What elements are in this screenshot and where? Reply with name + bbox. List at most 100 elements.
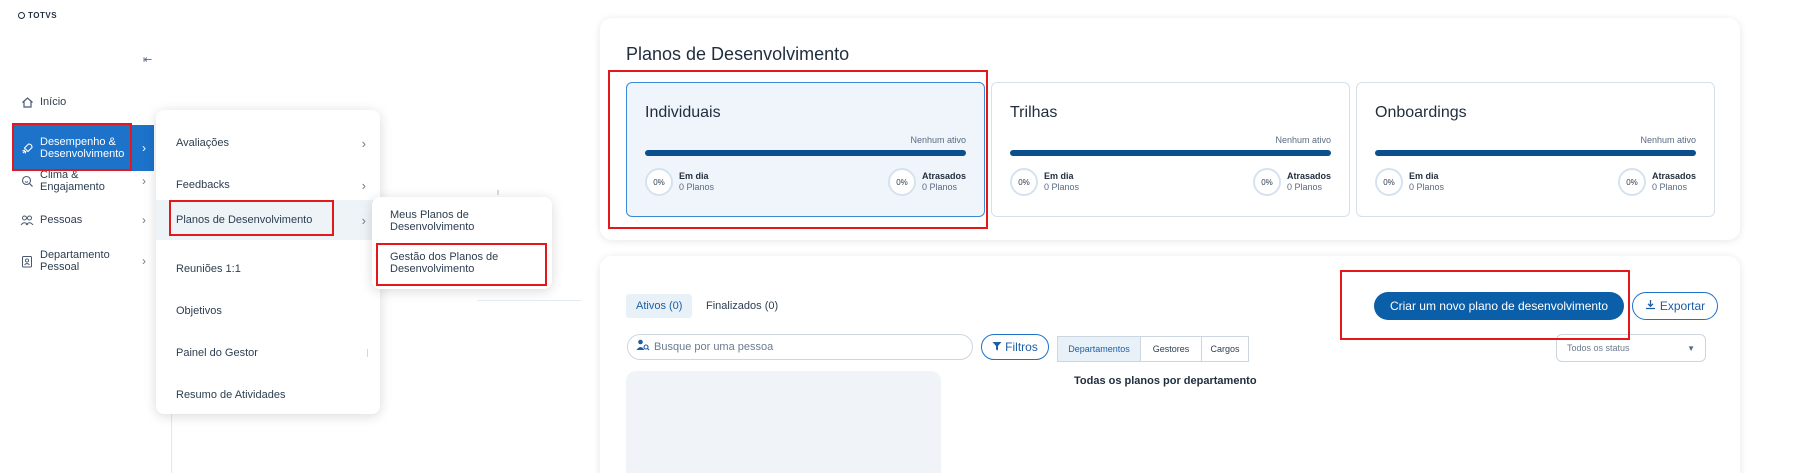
chevron-right-icon: › [142, 213, 146, 227]
status-select[interactable]: Todos os status ▼ [1556, 334, 1706, 362]
status-select-value: Todos os status [1567, 343, 1630, 353]
chevron-right-icon: › [142, 141, 146, 155]
tab-ativos[interactable]: Ativos (0) [626, 294, 693, 318]
sidebar-item-label: Departamento Pessoal [40, 249, 110, 273]
stat-on-time: 0% Em dia 0 Planos [645, 168, 714, 196]
progress-ring: 0% [1617, 168, 1646, 196]
progress-bar [1010, 150, 1331, 156]
sidebar-item-inicio[interactable]: Início [12, 95, 154, 109]
progress-ring: 0% [1252, 168, 1281, 196]
plan-card-status: Nenhum ativo [1275, 135, 1331, 145]
export-button[interactable]: Exportar [1632, 292, 1718, 320]
stat-sub: 0 Planos [1044, 182, 1080, 192]
stat-label: Em dia [1044, 171, 1074, 181]
create-plan-button[interactable]: Criar um novo plano de desenvolvimento [1374, 292, 1624, 320]
search-smile-icon [20, 174, 34, 188]
stat-sub: 0 Planos [1286, 182, 1323, 192]
plan-card-title: Individuais [645, 104, 721, 121]
page-title: Planos de Desenvolvimento [626, 44, 850, 64]
stat-sub: 0 Planos [1651, 182, 1688, 192]
submenu-item-avaliacoes[interactable]: Avaliações › [156, 126, 380, 160]
sidebar-item-clima[interactable]: Clima & Engajamento › [12, 168, 154, 194]
progress-ring: 0% [1375, 168, 1403, 196]
submenu-item-reunioes[interactable]: Reuniões 1:1 [156, 252, 380, 286]
segment-departamentos[interactable]: Departamentos [1057, 336, 1141, 362]
submenu-item-label: Meus Planos de Desenvolvimento [390, 209, 475, 233]
submenu-item-feedbacks[interactable]: Feedbacks › [156, 168, 380, 202]
plan-card-status: Nenhum ativo [1640, 135, 1696, 145]
submenu-item-label: Avaliações [176, 137, 229, 149]
stat-label: Em dia [1409, 171, 1439, 181]
search-input[interactable] [654, 341, 964, 353]
sidebar-item-departamento[interactable]: Departamento Pessoal › [12, 248, 154, 274]
progress-ring: 0% [1010, 168, 1038, 196]
stat-label: Atrasados [1286, 171, 1331, 181]
chevron-right-icon: › [142, 174, 146, 188]
brand-name: TOTVS [28, 11, 58, 20]
submenu-item-label: Objetivos [176, 305, 222, 317]
plan-card-individuais[interactable]: Individuais Nenhum ativo 0% Em dia 0 Plan… [626, 82, 985, 217]
progress-bar [1375, 150, 1696, 156]
submenu-item-gestao-planos[interactable]: Gestão dos Planos de Desenvolvimento [372, 243, 552, 283]
stat-label: Atrasados [921, 171, 966, 181]
stat-on-time: 0% Em dia 0 Planos [1375, 168, 1444, 196]
search-field[interactable] [627, 334, 973, 360]
chart-heading: Todas os planos por departamento [1074, 375, 1257, 387]
filter-icon [992, 340, 1002, 354]
sidebar-item-label: Clima & Engajamento [40, 169, 105, 193]
submenu-item-painel-gestor[interactable]: Painel do Gestor [156, 336, 380, 370]
progress-bar [645, 150, 966, 156]
collapse-left-icon[interactable]: ⇤ [143, 53, 152, 66]
stat-late: 0% Atrasados 0 Planos [1252, 168, 1331, 196]
submenu-item-label: Gestão dos Planos de Desenvolvimento [390, 251, 499, 275]
submenu-item-label: Planos de Desenvolvimento [176, 214, 313, 226]
chevron-down-icon: ▼ [1687, 343, 1695, 353]
plan-card-trilhas[interactable]: Trilhas Nenhum ativo 0% Em dia 0 Planos 0… [991, 82, 1350, 217]
segment-gestores[interactable]: Gestores [1140, 336, 1202, 362]
tab-finalizados[interactable]: Finalizados (0) [696, 294, 788, 318]
people-icon [20, 213, 34, 227]
stat-late: 0% Atrasados 0 Planos [1617, 168, 1696, 196]
divider-tick [497, 190, 499, 195]
plan-card-onboardings[interactable]: Onboardings Nenhum ativo 0% Em dia 0 Plan… [1356, 82, 1715, 217]
stat-label: Em dia [679, 171, 709, 181]
submenu-item-label: Resumo de Atividades [176, 389, 286, 401]
chevron-right-icon: › [361, 135, 366, 151]
chevron-right-icon: › [361, 212, 366, 228]
plan-card-status: Nenhum ativo [910, 135, 966, 145]
export-button-label: Exportar [1659, 299, 1706, 313]
sidebar-item-label: Início [40, 96, 67, 108]
submenu-item-planos[interactable]: Planos de Desenvolvimento › [156, 200, 380, 240]
totvs-logo: TOTVS [18, 11, 57, 20]
stat-label: Atrasados [1651, 171, 1696, 181]
chevron-right-icon: › [142, 254, 146, 268]
plan-card-title: Onboardings [1375, 104, 1467, 121]
download-icon [1645, 299, 1656, 313]
person-search-icon [636, 338, 650, 356]
stat-sub: 0 Planos [921, 182, 958, 192]
filter-button-label: Filtros [1005, 340, 1038, 354]
planos-submenu: Meus Planos de Desenvolvimento Gestão do… [372, 197, 552, 289]
totvs-logo-icon [18, 12, 25, 19]
submenu-item-resumo[interactable]: Resumo de Atividades [156, 378, 380, 412]
submenu-item-label: Painel do Gestor [176, 347, 258, 359]
divider-line [477, 300, 581, 301]
plan-card-title: Trilhas [1010, 104, 1058, 121]
submenu-item-meus-planos[interactable]: Meus Planos de Desenvolvimento [372, 201, 552, 241]
segment-cargos[interactable]: Cargos [1201, 336, 1249, 362]
home-icon [20, 95, 34, 109]
scrollbar-handle[interactable] [367, 349, 368, 357]
stat-sub: 0 Planos [679, 182, 715, 192]
filter-button[interactable]: Filtros [981, 334, 1049, 360]
chevron-right-icon: › [361, 177, 366, 193]
progress-ring: 0% [887, 168, 916, 196]
submenu-item-objetivos[interactable]: Objetivos [156, 294, 380, 328]
stat-on-time: 0% Em dia 0 Planos [1010, 168, 1079, 196]
desempenho-submenu: Avaliações › Feedbacks › Planos de Desen… [156, 110, 380, 414]
stat-sub: 0 Planos [1409, 182, 1445, 192]
submenu-item-label: Reuniões 1:1 [176, 263, 241, 275]
sidebar-item-pessoas[interactable]: Pessoas › [12, 213, 154, 227]
sidebar-item-desempenho[interactable]: Desempenho & Desenvolvimento › [12, 125, 154, 171]
chart-placeholder [626, 371, 941, 473]
rocket-icon [20, 141, 34, 155]
